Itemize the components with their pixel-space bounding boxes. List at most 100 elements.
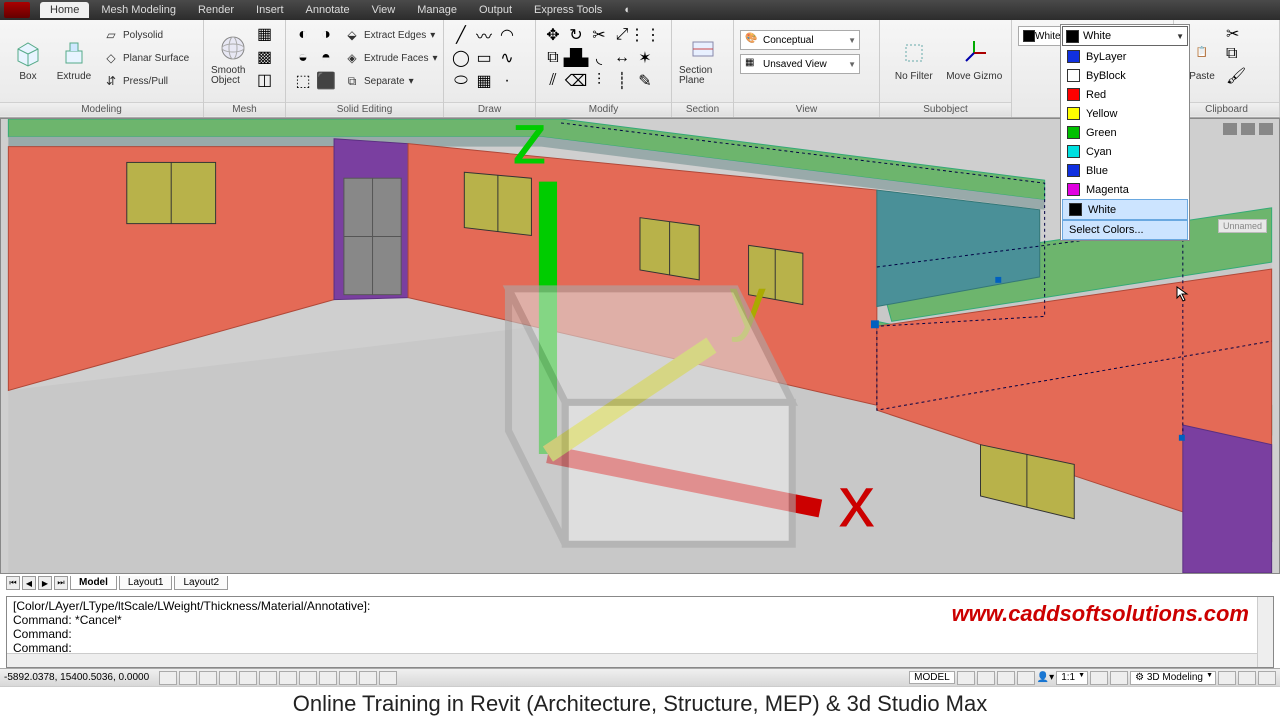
layout-model[interactable]: Model	[70, 576, 117, 590]
tab-output[interactable]: Output	[469, 2, 522, 18]
color-item-green[interactable]: Green	[1061, 123, 1189, 142]
draw-hatch[interactable]: ▦	[473, 70, 495, 92]
extrude-button[interactable]: Extrude	[52, 24, 96, 94]
mod-join[interactable]: ⫶	[588, 70, 610, 92]
polysolid-button[interactable]: ▱Polysolid	[98, 24, 194, 46]
panel-solid-label[interactable]: Solid Editing	[286, 102, 443, 116]
solid-tool-d[interactable]: ◓	[315, 47, 337, 69]
st-r1[interactable]	[957, 671, 975, 685]
dyn-toggle[interactable]	[299, 671, 317, 685]
st-r9[interactable]	[1258, 671, 1276, 685]
cmd-scroll-h[interactable]	[7, 653, 1257, 667]
tab-annotate[interactable]: Annotate	[296, 2, 360, 18]
st-r4[interactable]	[1017, 671, 1035, 685]
st-r6[interactable]	[1110, 671, 1128, 685]
qp-toggle[interactable]	[339, 671, 357, 685]
section-plane-button[interactable]: Section Plane	[678, 24, 727, 94]
mod-explode[interactable]: ✶	[634, 47, 656, 69]
ortho-toggle[interactable]	[199, 671, 217, 685]
viewcube-label[interactable]: Unnamed	[1218, 219, 1267, 233]
mod-copy[interactable]: ⧉	[542, 47, 564, 69]
color-item-blue[interactable]: Blue	[1061, 161, 1189, 180]
tab-render[interactable]: Render	[188, 2, 244, 18]
tab-insert[interactable]: Insert	[246, 2, 294, 18]
mod-trim[interactable]: ✂	[588, 24, 610, 46]
mod-move[interactable]: ✥	[542, 24, 564, 46]
saved-view-combo[interactable]: ▦Unsaved View	[740, 54, 860, 74]
st-r7[interactable]	[1218, 671, 1236, 685]
draw-spline[interactable]: ∿	[496, 47, 518, 69]
tab-extra-icon[interactable]: ◐	[614, 2, 641, 18]
command-window[interactable]: [Color/LAyer/LType/ltScale/LWeight/Thick…	[6, 596, 1274, 668]
otrack-toggle[interactable]	[259, 671, 277, 685]
panel-mesh-label[interactable]: Mesh	[204, 102, 285, 116]
solid-tool-a[interactable]: ◐	[292, 24, 314, 46]
layout-2[interactable]: Layout2	[174, 576, 228, 590]
move-gizmo-button[interactable]: Move Gizmo	[944, 24, 1005, 94]
tab-view[interactable]: View	[362, 2, 406, 18]
mod-fillet[interactable]: ◟	[588, 47, 610, 69]
solid-tool-e[interactable]: ⬚	[292, 70, 314, 92]
ducs-toggle[interactable]	[279, 671, 297, 685]
osnap-toggle[interactable]	[239, 671, 257, 685]
panel-view-label[interactable]: View	[734, 102, 879, 116]
panel-section-label[interactable]: Section	[672, 102, 733, 116]
solid-tool-c[interactable]: ◒	[292, 47, 314, 69]
color-item-cyan[interactable]: Cyan	[1061, 142, 1189, 161]
panel-modify-label[interactable]: Modify	[536, 102, 671, 116]
cut-button[interactable]: ✂	[1226, 24, 1246, 44]
box-button[interactable]: Box	[6, 24, 50, 94]
color-item-bylayer[interactable]: ByLayer	[1061, 47, 1189, 66]
model-space-label[interactable]: MODEL	[909, 671, 955, 684]
mod-stretch[interactable]: ↔	[611, 47, 633, 69]
planar-surface-button[interactable]: ◇Planar Surface	[98, 47, 194, 69]
tab-home[interactable]: Home	[40, 2, 89, 18]
copy-button[interactable]: ⧉	[1226, 45, 1246, 65]
color-item-white[interactable]: White	[1062, 199, 1188, 220]
mesh-tool-2[interactable]: ▩	[257, 47, 279, 69]
sc-toggle[interactable]	[359, 671, 377, 685]
layout-next[interactable]: ▶	[38, 576, 52, 590]
mod-erase[interactable]: ⌫	[565, 70, 587, 92]
extract-edges-button[interactable]: ⬙Extract Edges ▾	[339, 24, 443, 46]
mesh-tool-1[interactable]: ▦	[257, 24, 279, 46]
draw-line[interactable]: ╱	[450, 24, 472, 46]
match-button[interactable]: 🖌	[1226, 66, 1246, 86]
smooth-object-button[interactable]: Smooth Object	[210, 24, 255, 94]
layout-last[interactable]: ⏭	[54, 576, 68, 590]
st-r2[interactable]	[977, 671, 995, 685]
extrude-faces-button[interactable]: ◈Extrude Faces ▾	[339, 47, 443, 69]
cmd-scroll-v[interactable]	[1257, 597, 1273, 667]
tab-mesh-modeling[interactable]: Mesh Modeling	[91, 2, 186, 18]
solid-tool-b[interactable]: ◑	[315, 24, 337, 46]
select-colors-item[interactable]: Select Colors...	[1062, 220, 1188, 240]
anno-scale[interactable]: 1:1	[1056, 671, 1088, 685]
draw-rect[interactable]: ▭	[473, 47, 495, 69]
grid-toggle[interactable]	[179, 671, 197, 685]
mod-array[interactable]: ⋮⋮	[634, 24, 656, 46]
mesh-tool-3[interactable]: ◫	[257, 70, 279, 92]
tab-express[interactable]: Express Tools	[524, 2, 612, 18]
st-r8[interactable]	[1238, 671, 1256, 685]
color-item-yellow[interactable]: Yellow	[1061, 104, 1189, 123]
mod-rotate[interactable]: ↻	[565, 24, 587, 46]
am-toggle[interactable]	[379, 671, 397, 685]
st-r5[interactable]	[1090, 671, 1108, 685]
draw-ellipse[interactable]: ⬭	[450, 70, 472, 92]
mod-break[interactable]: ┊	[611, 70, 633, 92]
solid-tool-f[interactable]: ⬛	[315, 70, 337, 92]
people-icon[interactable]: 👤▾	[1037, 672, 1054, 683]
color-item-magenta[interactable]: Magenta	[1061, 180, 1189, 199]
mod-edit[interactable]: ✎	[634, 70, 656, 92]
draw-pline[interactable]: 〰	[473, 24, 495, 46]
layout-1[interactable]: Layout1	[119, 576, 173, 590]
layout-prev[interactable]: ◀	[22, 576, 36, 590]
color-item-byblock[interactable]: ByBlock	[1061, 66, 1189, 85]
lwt-toggle[interactable]	[319, 671, 337, 685]
draw-circle[interactable]: ◯	[450, 47, 472, 69]
visual-style-combo[interactable]: 🎨Conceptual	[740, 30, 860, 50]
layout-first[interactable]: ⏮	[6, 576, 20, 590]
panel-draw-label[interactable]: Draw	[444, 102, 535, 116]
st-r3[interactable]	[997, 671, 1015, 685]
color-item-red[interactable]: Red	[1061, 85, 1189, 104]
